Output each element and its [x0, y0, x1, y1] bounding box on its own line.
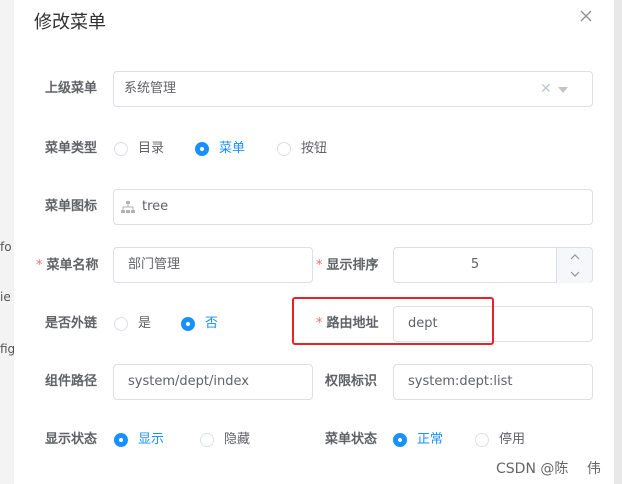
background-fragment: fo	[0, 240, 12, 254]
menu-name-label-text: 菜单名称	[46, 258, 99, 273]
menu-icon-label: 菜单图标	[45, 199, 98, 214]
is-frame-radio-yes[interactable]: 是	[114, 315, 151, 333]
radio-label: 停用	[499, 432, 526, 447]
watermark: CSDN @陈 伟	[496, 461, 601, 477]
component-value: system/dept/index	[128, 374, 249, 389]
menu-type-radio-button[interactable]: 按钮	[277, 140, 327, 158]
is-frame-radio-no[interactable]: 否	[181, 315, 218, 333]
perms-value: system:dept:list	[408, 374, 513, 389]
radio-label: 目录	[138, 141, 165, 156]
parent-menu-select[interactable]: 系统管理	[113, 71, 593, 107]
menu-type-radio-directory[interactable]: 目录	[114, 140, 164, 158]
radio-circle-checked	[114, 433, 128, 447]
chevron-down-icon[interactable]	[558, 87, 568, 93]
chevron-up-icon	[570, 253, 579, 259]
radio-circle	[200, 433, 214, 447]
order-num-value: 5	[470, 257, 480, 272]
required-mark: *	[316, 258, 323, 273]
radio-label: 按钮	[301, 141, 328, 156]
background-scrollbar	[614, 0, 622, 484]
dialog-title: 修改菜单	[34, 12, 106, 33]
menu-type-radio-menu[interactable]: 菜单	[195, 140, 245, 158]
menu-icon-input[interactable]: tree	[113, 189, 593, 225]
visible-radio-show[interactable]: 显示	[114, 431, 164, 449]
highlight-box	[292, 297, 494, 345]
order-num-label: * 显示排序	[316, 257, 379, 275]
radio-label: 隐藏	[224, 432, 251, 447]
perms-input[interactable]: system:dept:list	[393, 364, 593, 400]
component-label: 组件路径	[45, 374, 98, 389]
chevron-down-icon	[570, 271, 579, 277]
menu-type-label: 菜单类型	[45, 141, 98, 156]
tree-icon	[121, 200, 135, 213]
parent-menu-value: 系统管理	[124, 81, 177, 96]
menu-name-label: * 菜单名称	[36, 257, 99, 275]
order-num-label-text: 显示排序	[326, 258, 379, 273]
visible-label: 显示状态	[45, 432, 98, 447]
background-fragment: fig	[0, 342, 16, 356]
status-radio-disabled[interactable]: 停用	[475, 431, 525, 449]
status-label: 菜单状态	[325, 432, 378, 447]
radio-circle-checked	[181, 317, 195, 331]
decrease-button[interactable]	[556, 265, 592, 283]
perms-label: 权限标识	[325, 374, 378, 389]
component-input[interactable]: system/dept/index	[113, 364, 313, 400]
radio-label: 是	[138, 316, 152, 331]
menu-name-value: 部门管理	[128, 257, 181, 272]
increase-button[interactable]	[556, 248, 592, 266]
visible-radio-hide[interactable]: 隐藏	[200, 431, 250, 449]
radio-circle	[114, 142, 128, 156]
radio-circle	[277, 142, 291, 156]
background-fragment: ie	[0, 290, 11, 304]
radio-circle-checked	[393, 433, 407, 447]
parent-menu-label: 上级菜单	[45, 81, 98, 96]
radio-label: 否	[205, 316, 219, 331]
radio-label: 菜单	[219, 141, 246, 156]
clear-icon[interactable]: ✕	[540, 80, 552, 98]
menu-icon-value: tree	[142, 199, 169, 214]
required-mark: *	[36, 258, 43, 273]
radio-label: 正常	[417, 432, 444, 447]
menu-name-input[interactable]: 部门管理	[113, 247, 313, 283]
radio-circle	[475, 433, 489, 447]
status-radio-normal[interactable]: 正常	[393, 431, 443, 449]
radio-circle	[114, 317, 128, 331]
is-frame-label: 是否外链	[45, 316, 98, 331]
close-icon[interactable]	[576, 6, 596, 26]
radio-circle-checked	[195, 142, 209, 156]
radio-label: 显示	[138, 432, 165, 447]
